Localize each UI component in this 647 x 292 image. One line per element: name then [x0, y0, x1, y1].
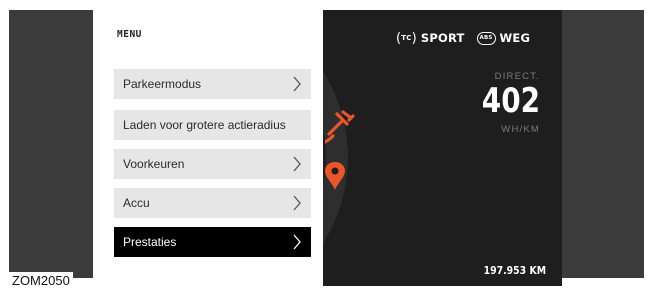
menu-item-label: Parkeermodus	[123, 77, 202, 91]
location-pin-icon	[325, 162, 345, 190]
road-mode-label: WEG	[499, 31, 531, 45]
chevron-right-icon	[293, 156, 301, 172]
menu-item-parkeermodus[interactable]: Parkeermodus	[114, 69, 311, 99]
menu-item-label: Voorkeuren	[123, 157, 185, 171]
drive-mode-label: SPORT	[420, 31, 465, 45]
abs-icon: ABS	[476, 31, 496, 45]
chevron-right-icon	[293, 195, 301, 211]
menu-item-label: Laden voor grotere actieradius	[123, 118, 286, 132]
status-indicators: (TC) SPORT ABS WEG	[396, 28, 530, 48]
consumption-unit: WH/KM	[501, 124, 540, 135]
abs-badge-text: ABS	[479, 35, 493, 41]
menu-item-prestaties[interactable]: Prestaties	[114, 227, 311, 257]
tc-badge-text: TC	[401, 34, 412, 42]
traction-control-icon: (TC)	[396, 30, 417, 46]
menu-title: MENU	[117, 29, 142, 40]
chevron-right-icon	[293, 76, 301, 92]
menu-item-label: Prestaties	[123, 235, 177, 249]
right-side-panel	[562, 10, 644, 278]
figure-code: ZOM2050	[9, 272, 73, 290]
charge-plug-icon	[325, 110, 355, 144]
odometer: 197.953 KM	[483, 264, 546, 277]
menu-item-laden-voor-grotere-actieradius[interactable]: Laden voor grotere actieradius	[114, 110, 311, 140]
menu-item-label: Accu	[123, 196, 150, 210]
consumption-value: 402	[481, 81, 540, 121]
left-side-panel	[9, 10, 93, 278]
chevron-right-icon	[293, 234, 301, 250]
menu-item-voorkeuren[interactable]: Voorkeuren	[114, 149, 311, 179]
menu-item-accu[interactable]: Accu	[114, 188, 311, 218]
